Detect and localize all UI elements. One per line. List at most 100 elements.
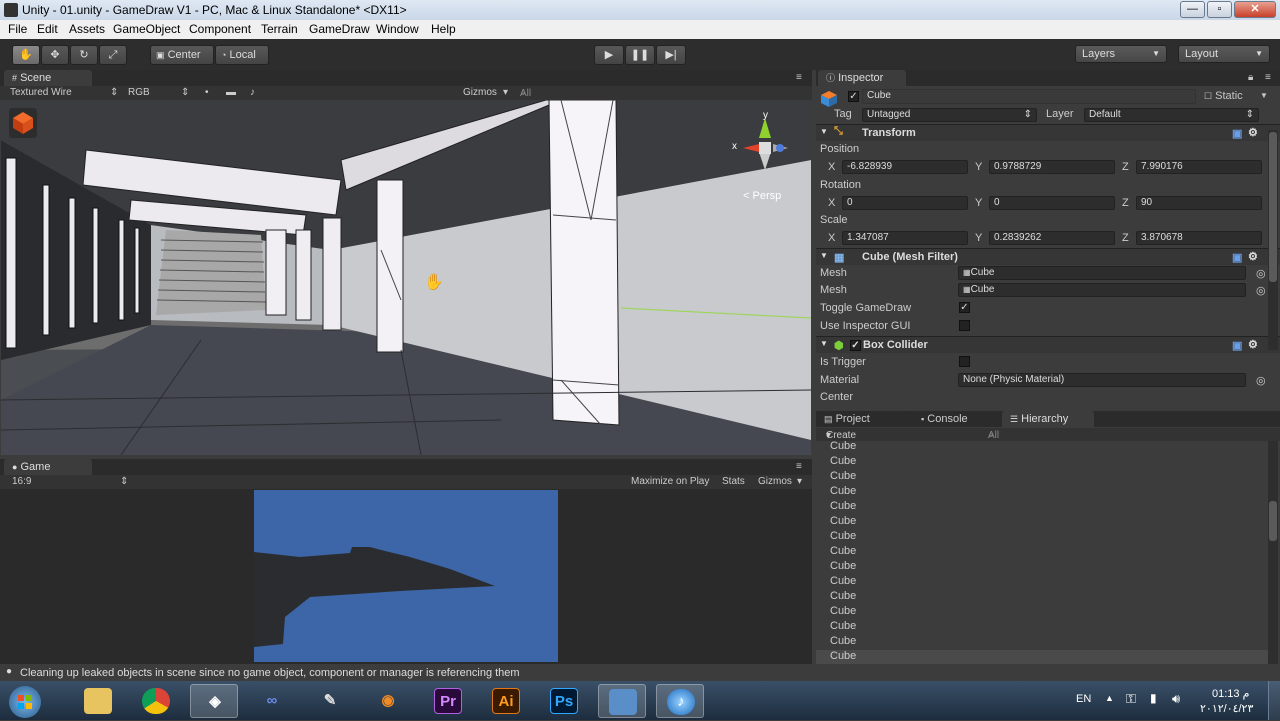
pivot-center-button[interactable]: ▣ Center <box>150 45 214 65</box>
list-item[interactable]: Cube <box>830 441 856 452</box>
list-item[interactable]: Cube <box>830 500 856 512</box>
static-caret-icon[interactable]: ▼ <box>1260 91 1268 100</box>
render-mode-dropdown[interactable]: Textured Wire <box>10 87 72 98</box>
move-tool-button[interactable]: ✥ <box>41 45 69 65</box>
menu-component[interactable]: Component <box>189 22 251 36</box>
rotation-y-field[interactable]: 0 <box>989 196 1115 210</box>
aspect-dropdown[interactable]: 16:9 <box>12 476 31 487</box>
object-name-field[interactable]: Cube <box>862 89 1196 104</box>
tab-hierarchy[interactable]: ☰ Hierarchy <box>1002 411 1094 427</box>
taskbar-app-feather[interactable]: ✎ <box>306 684 354 718</box>
list-item[interactable]: Cube <box>830 470 856 482</box>
taskbar-premiere[interactable]: Pr <box>424 684 472 718</box>
list-item[interactable]: Cube <box>830 590 856 602</box>
menu-file[interactable]: File <box>8 22 27 36</box>
material-field[interactable]: None (Physic Material) <box>958 373 1246 387</box>
pause-button[interactable]: ❚❚ <box>625 45 655 65</box>
play-button[interactable]: ▶ <box>594 45 624 65</box>
toggle-gamedraw-checkbox[interactable]: ✓ <box>959 302 970 313</box>
taskbar-screen-app[interactable] <box>598 684 646 718</box>
taskbar-itunes[interactable]: ♪ <box>656 684 704 718</box>
mesh2-field[interactable]: ▦Cube <box>958 283 1246 297</box>
network-icon[interactable]: ▮ <box>1150 691 1157 705</box>
tab-inspector[interactable]: ⓘ Inspector <box>818 70 906 86</box>
language-indicator[interactable]: EN <box>1076 693 1091 705</box>
scale-x-field[interactable]: 1.347087 <box>842 231 968 245</box>
lock-icon[interactable]: 🔒︎ <box>1248 72 1253 83</box>
rotation-z-field[interactable]: 90 <box>1136 196 1262 210</box>
list-item[interactable]: Cube <box>830 455 856 467</box>
tab-game[interactable]: ● Game <box>4 459 92 475</box>
taskbar-illustrator[interactable]: Ai <box>482 684 530 718</box>
game-viewport[interactable] <box>0 489 812 664</box>
taskbar-app-infinity[interactable]: ∞ <box>248 684 296 718</box>
tab-console[interactable]: ▪ Console <box>913 411 1001 427</box>
hierarchy-scroll-thumb[interactable] <box>1269 501 1277 541</box>
stats-toggle[interactable]: Stats <box>722 476 745 487</box>
rotate-tool-button[interactable]: ↻ <box>70 45 98 65</box>
taskbar-explorer[interactable] <box>74 684 122 718</box>
list-item[interactable]: Cube <box>830 650 856 662</box>
layer-dropdown[interactable]: Default ⇕ <box>1084 108 1259 122</box>
object-picker-icon[interactable]: ◎ <box>1256 267 1266 280</box>
list-item[interactable]: Cube <box>830 530 856 542</box>
taskbar-photoshop[interactable]: Ps <box>540 684 588 718</box>
start-button[interactable] <box>0 684 50 718</box>
tray-device-icon[interactable]: ⚿ <box>1126 691 1136 707</box>
inspector-scroll-thumb[interactable] <box>1269 132 1277 282</box>
maximize-button[interactable]: ▫ <box>1207 1 1232 18</box>
object-picker-icon[interactable]: ◎ <box>1256 284 1266 297</box>
use-inspector-gui-checkbox[interactable] <box>959 320 970 331</box>
panel-menu-icon[interactable]: ≡ <box>796 461 802 472</box>
taskbar-unity[interactable]: ◈ <box>190 684 238 718</box>
list-item[interactable]: Cube <box>830 560 856 572</box>
tab-scene[interactable]: # Scene <box>4 70 92 86</box>
list-item[interactable]: Cube <box>830 545 856 557</box>
taskbar-blender[interactable]: ◉ <box>364 684 412 718</box>
menu-terrain[interactable]: Terrain <box>261 22 298 36</box>
inspector-scrollbar[interactable] <box>1268 130 1278 350</box>
position-z-field[interactable]: 7.990176 <box>1136 160 1262 174</box>
step-button[interactable]: ▶| <box>656 45 686 65</box>
settings-gear-icon[interactable]: ⚙ <box>1248 126 1258 139</box>
settings-gear-icon[interactable]: ⚙ <box>1248 250 1258 263</box>
transform-header[interactable]: ▼ ⤡ Transform ▣ ⚙ <box>816 124 1280 141</box>
box-collider-enabled-checkbox[interactable]: ✓ <box>850 340 861 351</box>
menu-window[interactable]: Window <box>376 22 419 36</box>
scale-tool-button[interactable]: ⤢ <box>99 45 127 65</box>
mesh-field[interactable]: ▦Cube <box>958 266 1246 280</box>
is-trigger-checkbox[interactable] <box>959 356 970 367</box>
help-book-icon[interactable]: ▣ <box>1232 251 1242 264</box>
list-item[interactable]: Cube <box>830 575 856 587</box>
gizmos-dropdown[interactable]: Gizmos <box>463 87 497 98</box>
rotation-x-field[interactable]: 0 <box>842 196 968 210</box>
game-gizmos-dropdown[interactable]: Gizmos <box>758 476 792 487</box>
status-message[interactable]: Cleaning up leaked objects in scene sinc… <box>20 667 520 679</box>
layers-dropdown[interactable]: Layers ▼ <box>1075 45 1167 63</box>
help-book-icon[interactable]: ▣ <box>1232 127 1242 140</box>
volume-icon[interactable]: 🔊︎ <box>1172 691 1180 707</box>
clock-date[interactable]: ٢٠١٢/٠٤/٢٣ <box>1200 702 1253 715</box>
list-item[interactable]: Cube <box>830 515 856 527</box>
position-y-field[interactable]: 0.9788729 <box>989 160 1115 174</box>
list-item[interactable]: Cube <box>830 605 856 617</box>
scale-z-field[interactable]: 3.870678 <box>1136 231 1262 245</box>
tray-expand-icon[interactable]: ▲ <box>1105 693 1114 703</box>
panel-menu-icon[interactable]: ≡ <box>1265 72 1271 83</box>
panel-menu-icon[interactable]: ≡ <box>796 72 802 83</box>
box-collider-header[interactable]: ▼ ⬢ ✓ Box Collider ▣ ⚙ <box>816 336 1280 353</box>
lighting-toggle-icon[interactable]: • <box>205 87 209 98</box>
hand-tool-button[interactable]: ✋ <box>12 45 40 65</box>
show-desktop-button[interactable] <box>1268 681 1280 720</box>
settings-gear-icon[interactable]: ⚙ <box>1248 338 1258 351</box>
menu-edit[interactable]: Edit <box>37 22 58 36</box>
menu-gamedraw[interactable]: GameDraw <box>309 22 370 36</box>
tab-project[interactable]: ▤ Project <box>816 411 912 427</box>
audio-toggle-icon[interactable]: ♪ <box>250 87 255 98</box>
list-item[interactable]: Cube <box>830 485 856 497</box>
menu-assets[interactable]: Assets <box>69 22 105 36</box>
menu-gameobject[interactable]: GameObject <box>113 22 180 36</box>
persp-label[interactable]: < Persp <box>743 190 781 202</box>
close-button[interactable]: ✕ <box>1234 1 1276 18</box>
taskbar-chrome[interactable] <box>132 684 180 718</box>
